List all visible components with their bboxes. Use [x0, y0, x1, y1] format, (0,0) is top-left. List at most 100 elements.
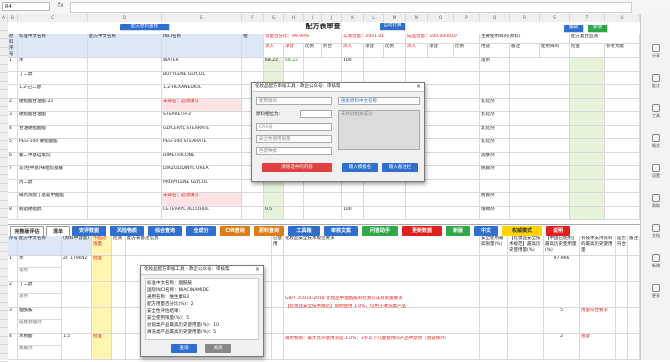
toolbar-button[interactable]: 综合查询 [148, 226, 182, 236]
row-inci[interactable]: 1,2-HEXANEDIOL [162, 85, 242, 99]
row-check[interactable] [570, 126, 605, 140]
column-header-cell[interactable]: G [264, 14, 284, 22]
row-note[interactable] [510, 72, 570, 86]
row-header-cell[interactable] [0, 184, 8, 193]
row-func[interactable]: 乳化剂 [480, 126, 510, 140]
row-header-cell[interactable] [0, 209, 8, 218]
row-func[interactable]: 乳化剂 [480, 139, 510, 153]
row-header-cell[interactable] [0, 328, 8, 337]
column-header-cell[interactable]: N [406, 14, 428, 22]
right-panel-item[interactable]: 格式 [643, 134, 669, 149]
column-header-cell[interactable]: M [384, 14, 406, 22]
s2-row-name[interactable]: 烟酰胺 [18, 308, 62, 320]
row-func[interactable] [480, 85, 510, 99]
toolbar-button[interactable]: 全成分 [186, 226, 216, 236]
row-alt-name[interactable] [88, 166, 162, 180]
row-check[interactable] [570, 166, 605, 180]
row-note[interactable] [510, 180, 570, 194]
auto-calc-button[interactable]: 自动计算 [380, 23, 406, 31]
row-header-cell[interactable] [0, 150, 8, 159]
toolbar-button[interactable]: 安评数据 [72, 226, 106, 236]
row-header-cell[interactable] [0, 277, 8, 286]
add-button[interactable]: 新增 [588, 25, 608, 33]
row-alt-name[interactable] [88, 139, 162, 153]
row-note[interactable] [510, 112, 570, 126]
name-box[interactable]: R4 [2, 2, 50, 11]
row-note[interactable] [510, 139, 570, 153]
row-std-name[interactable]: 硬脂酸甘油酯-21 [18, 99, 88, 113]
s2-row-name[interactable]: 丁二醇 [18, 282, 62, 294]
row-inci[interactable]: 未命名：必须填写 [162, 99, 242, 113]
right-panel-item[interactable]: 更多 [643, 284, 669, 299]
row-std-name[interactable]: 丙二醇 [18, 180, 88, 194]
column-header-cell[interactable]: S [540, 14, 570, 22]
row-func[interactable]: 溶剂 [480, 58, 510, 72]
row-alt-name[interactable] [88, 126, 162, 140]
row-check[interactable] [570, 58, 605, 72]
column-header-cell[interactable]: K [342, 14, 364, 22]
row-note[interactable] [510, 85, 570, 99]
row-header-cell[interactable] [0, 99, 8, 108]
row-header-cell[interactable] [0, 294, 8, 303]
row-std-name[interactable]: 双(羟甲基)咪唑烷基脲 [18, 166, 88, 180]
row-header-cell[interactable] [0, 107, 8, 116]
formula-input[interactable] [70, 2, 632, 13]
row-check[interactable] [570, 139, 605, 153]
row-header-cell[interactable] [0, 337, 8, 346]
close-button[interactable]: 关闭 [205, 344, 231, 353]
row-func[interactable]: 乳化剂 [480, 99, 510, 113]
row-func[interactable] [480, 180, 510, 194]
row-v1[interactable]: 0.5 [264, 207, 284, 221]
row-alt-name[interactable] [88, 99, 162, 113]
row-check[interactable] [570, 85, 605, 99]
row-header-cell[interactable] [0, 252, 8, 261]
row-header-cell[interactable] [0, 320, 8, 329]
row-header-cell[interactable] [0, 260, 8, 269]
row-std-name[interactable]: 聚二甲基硅氧烷 [18, 153, 88, 167]
cas-select[interactable]: CAS号 [256, 123, 332, 131]
ingredient-search-input[interactable]: 搜索原料中文名称 [338, 97, 420, 105]
right-panel-item[interactable]: 文档 [643, 224, 669, 239]
row-alt-name[interactable] [88, 207, 162, 221]
phase-select[interactable] [300, 110, 332, 118]
row-header-cell[interactable] [0, 31, 8, 40]
right-panel-item[interactable]: 帮助 [643, 194, 669, 209]
column-header-cell[interactable]: P [454, 14, 480, 22]
row-alt-name[interactable] [88, 85, 162, 99]
row-alt-name[interactable] [88, 180, 162, 194]
column-header-cell[interactable]: L [364, 14, 384, 22]
toolbar-button[interactable]: 审核文案 [324, 226, 358, 236]
row-func[interactable]: 防腐剂 [480, 193, 510, 207]
row-header-cell[interactable] [0, 201, 8, 210]
row-inci[interactable]: 未命名：必须填写 [162, 193, 242, 207]
row-inci[interactable]: DIMETHICONE [162, 153, 242, 167]
row-inci[interactable]: DIAZOLIDINYL UREA [162, 166, 242, 180]
column-header-cell[interactable]: B [8, 14, 18, 22]
row-std-name[interactable]: 甘油硬脂酸酯 [18, 126, 88, 140]
toolbar-button[interactable]: CIR查询 [220, 226, 250, 236]
formula-lookup-button[interactable]: 配方原料查找 [120, 24, 170, 31]
input-note-button[interactable]: 输入备注栏 [382, 163, 418, 172]
row-func[interactable]: 防腐剂 [480, 166, 510, 180]
row-header-cell[interactable] [0, 56, 8, 65]
row-header-cell[interactable] [0, 133, 8, 142]
row-header-cell[interactable] [0, 39, 8, 48]
row-header-cell[interactable] [0, 235, 8, 244]
row-header-cell[interactable] [0, 82, 8, 91]
row-inci[interactable]: PEG-100 STEARATE [162, 139, 242, 153]
row-header-cell[interactable] [0, 286, 8, 295]
row-inci[interactable]: PROPYLENE GLYCOL [162, 180, 242, 194]
row-header-cell[interactable] [0, 175, 8, 184]
row-note[interactable] [510, 153, 570, 167]
toolbar-button[interactable]: 新版 [446, 226, 470, 236]
row-check[interactable] [570, 193, 605, 207]
right-panel-item[interactable]: 分享 [643, 44, 669, 59]
row-note[interactable] [510, 58, 570, 72]
column-header-cell[interactable]: I [304, 14, 322, 22]
clear-selection-button[interactable]: 清除选中的内容 [262, 163, 332, 172]
row-alt-name[interactable] [88, 112, 162, 126]
row-inci[interactable]: STEARETH-2 [162, 112, 242, 126]
row-header-cell[interactable] [0, 124, 8, 133]
s2-row-name[interactable]: 水 [18, 256, 62, 268]
row-header-cell[interactable] [0, 90, 8, 99]
